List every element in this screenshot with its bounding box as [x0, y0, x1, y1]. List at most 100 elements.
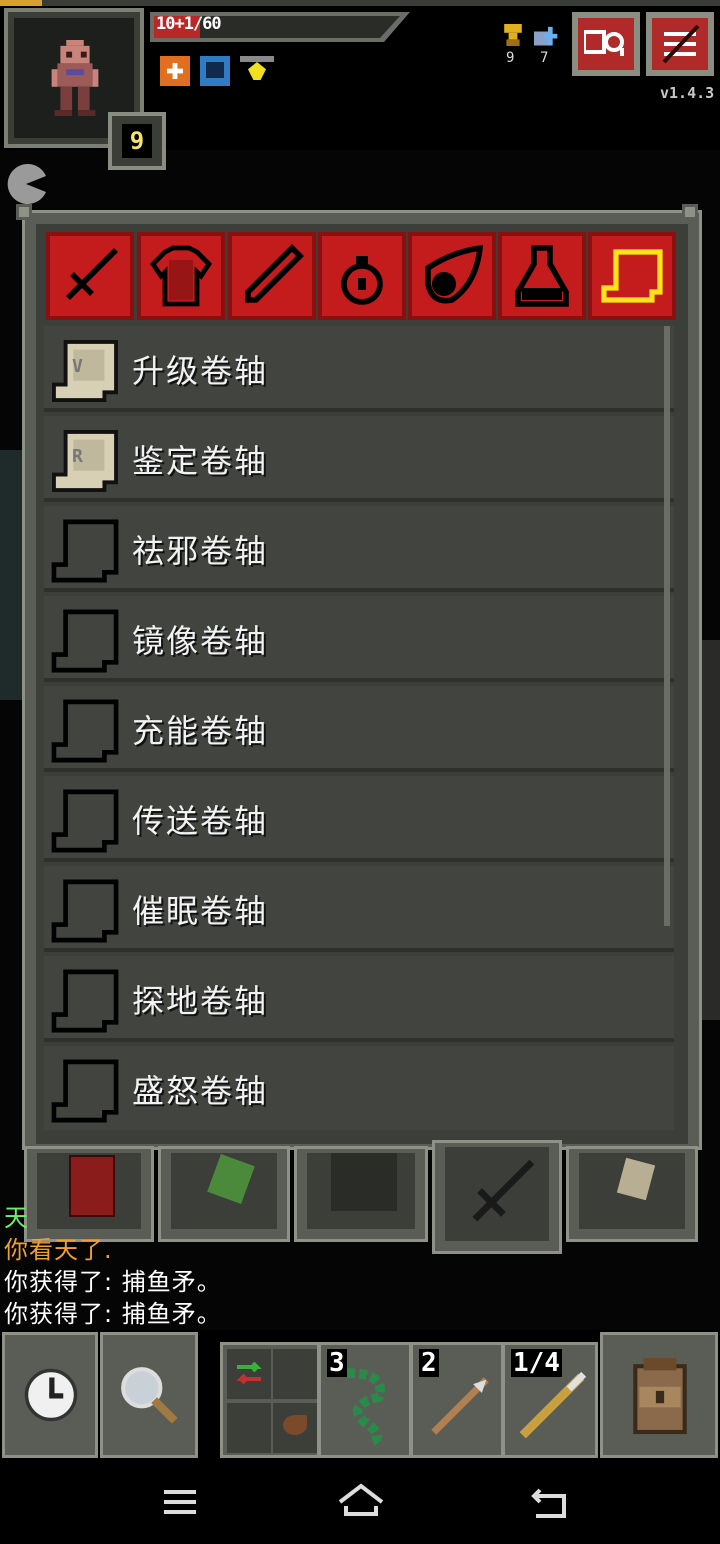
bolas-icon [346, 1368, 386, 1445]
quickslot-swap[interactable] [220, 1342, 320, 1458]
clock-icon [24, 1368, 78, 1422]
back-icon[interactable] [528, 1484, 570, 1520]
quickslot-1[interactable]: 3 [318, 1342, 412, 1458]
tab-guide-book[interactable] [24, 1146, 154, 1242]
list-item[interactable]: 镜像卷轴 [44, 596, 674, 682]
scroll-name: 充能卷轴 [132, 712, 269, 750]
hp-text: 10+1/60 [156, 14, 222, 34]
sword-icon [472, 1159, 535, 1222]
window-corner [16, 204, 32, 220]
unknown-scroll-icon [51, 969, 119, 1033]
keys-counter: 7 [540, 50, 549, 66]
scroll-icon [601, 249, 663, 303]
version-label: v1.4.3 [660, 84, 715, 102]
herb-icon [207, 1154, 255, 1204]
tab-potion[interactable] [498, 232, 586, 320]
menu-button[interactable] [646, 12, 714, 76]
sword-icon [66, 248, 118, 300]
depth-counter: 9 [506, 50, 515, 66]
list-item[interactable]: 盛怒卷轴 [44, 1046, 674, 1130]
scroll-name: 探地卷轴 [132, 982, 269, 1020]
stairs-icon [331, 1153, 397, 1211]
horn-icon [283, 1415, 307, 1435]
unknown-scroll-icon [51, 699, 119, 763]
artifact-icon [425, 244, 484, 304]
list-item[interactable]: 充能卷轴 [44, 686, 674, 772]
dart-icon [431, 1377, 489, 1435]
tab-alchemy[interactable] [158, 1146, 290, 1242]
tab-scroll[interactable] [588, 232, 676, 320]
ring-icon [341, 256, 383, 305]
list-item[interactable]: 探地卷轴 [44, 956, 674, 1042]
known-scroll-icon [52, 339, 118, 403]
unknown-scroll-icon [51, 1059, 119, 1123]
recent-apps-icon[interactable] [160, 1486, 200, 1518]
scroll-name: 催眠卷轴 [132, 892, 269, 930]
scroll-name: 升级卷轴 [132, 352, 269, 390]
tab-armor[interactable] [137, 232, 225, 320]
list-scrollbar[interactable] [664, 326, 670, 926]
busy-indicator-icon [7, 164, 46, 204]
tab-items-catalog[interactable] [432, 1140, 562, 1254]
log-line: 你看天了. [4, 1236, 113, 1264]
armor-icon [149, 245, 213, 307]
tab-artifact[interactable] [408, 232, 496, 320]
hero-sprite-icon [51, 40, 99, 116]
potion-icon [515, 245, 569, 307]
horn-slot [273, 1403, 317, 1453]
log-line: 你获得了: 捕鱼矛。 [4, 1300, 222, 1328]
backpack-button[interactable] [600, 1332, 718, 1458]
depth-icon [504, 24, 522, 46]
list-item[interactable]: 祛邪卷轴 [44, 506, 674, 592]
tab-notes[interactable] [566, 1146, 698, 1242]
light-icon[interactable] [240, 56, 274, 86]
wait-button[interactable] [2, 1332, 98, 1458]
search-button[interactable] [100, 1332, 198, 1458]
log-line: 天 [4, 1204, 29, 1232]
known-scroll-icon [52, 429, 118, 493]
menu-icon [662, 24, 700, 64]
swap-slot [227, 1349, 271, 1399]
wand-icon [245, 244, 304, 303]
shielded-icon[interactable] [200, 56, 230, 86]
book-icon [69, 1155, 115, 1217]
scroll-name: 祛邪卷轴 [132, 532, 269, 570]
tab-weapon[interactable] [46, 232, 134, 320]
exp-bar [0, 0, 42, 6]
empty-slot [227, 1403, 271, 1453]
tab-ring[interactable] [318, 232, 406, 320]
list-item[interactable]: 鉴定卷轴 R [44, 416, 674, 502]
scroll-name: 传送卷轴 [132, 802, 269, 840]
note-icon [616, 1157, 656, 1201]
journal-button[interactable] [572, 12, 640, 76]
tab-wand[interactable] [228, 232, 316, 320]
scroll-name: 镜像卷轴 [132, 622, 269, 660]
unknown-scroll-icon [51, 789, 119, 853]
magnifier-icon [121, 1367, 178, 1424]
window-corner [682, 204, 698, 220]
backpack-icon [633, 1358, 687, 1435]
home-icon[interactable] [336, 1482, 386, 1522]
unknown-scroll-icon [51, 519, 119, 583]
unknown-scroll-icon [51, 879, 119, 943]
log-line: 你获得了: 捕鱼矛。 [4, 1268, 222, 1296]
scroll-rune: R [72, 446, 83, 467]
swap-icon [236, 1361, 262, 1385]
list-item[interactable]: 催眠卷轴 [44, 866, 674, 952]
quickslot-2[interactable]: 2 [410, 1342, 504, 1458]
unknown-scroll-icon [51, 609, 119, 673]
hud-top-bar [0, 0, 720, 6]
scroll-name: 鉴定卷轴 [132, 442, 269, 480]
keys-icon [534, 26, 558, 46]
tab-bestiary[interactable] [294, 1146, 428, 1242]
empty-slot [273, 1349, 317, 1399]
mind-vision-icon[interactable] [160, 56, 190, 86]
quickslot-3[interactable]: 1/4 [502, 1342, 598, 1458]
list-item[interactable]: 传送卷轴 [44, 776, 674, 862]
fishing-spear-icon [519, 1371, 587, 1439]
search-journal-icon [584, 30, 624, 56]
scroll-name: 盛怒卷轴 [132, 1072, 269, 1110]
scroll-rune: V [72, 356, 83, 377]
hero-level: 9 [122, 124, 152, 158]
list-item[interactable]: 升级卷轴 V [44, 326, 674, 412]
